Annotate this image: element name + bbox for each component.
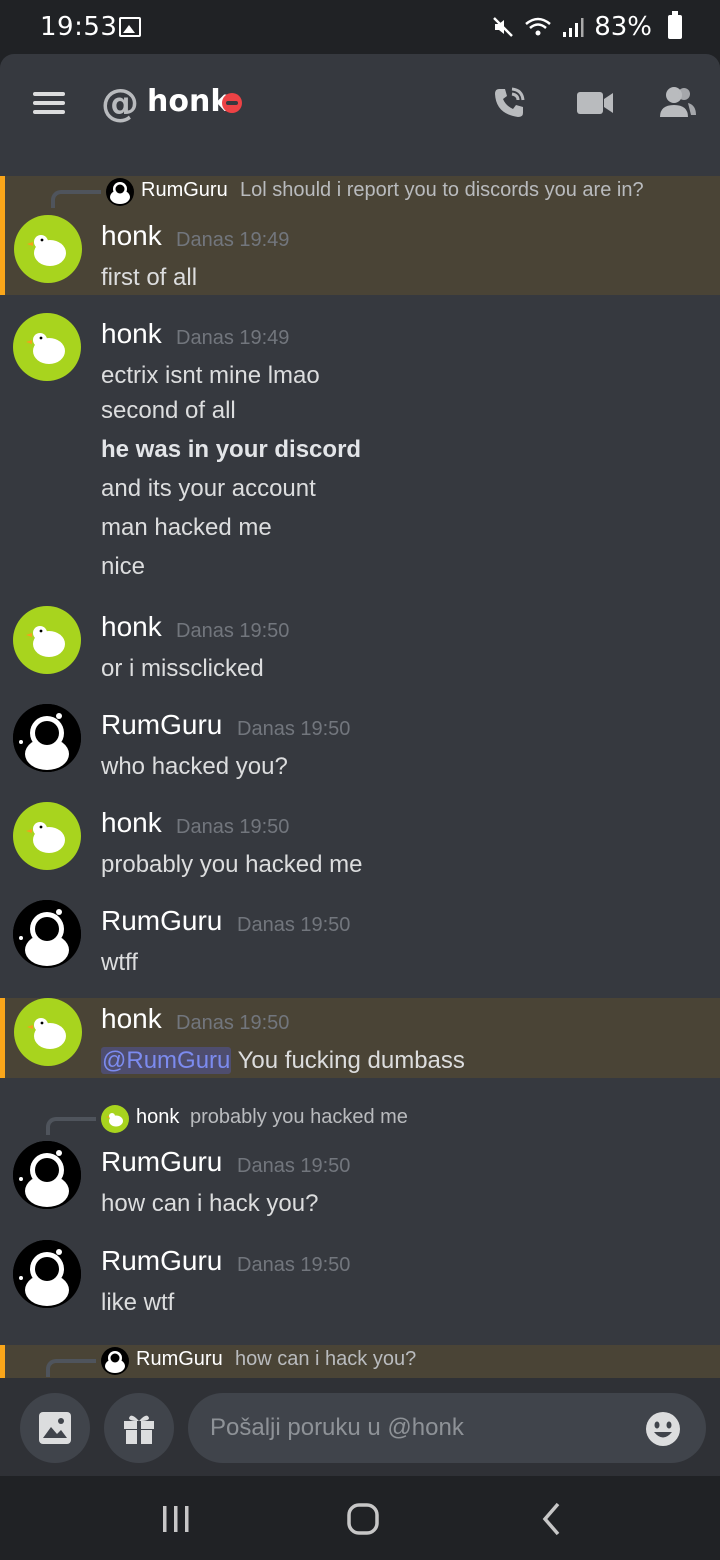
- phone-call-icon[interactable]: [490, 84, 528, 122]
- message[interactable]: RumGuru Danas 19:50 like wtf: [0, 1228, 720, 1324]
- avatar[interactable]: [14, 998, 82, 1066]
- dnd-status-icon: [222, 93, 242, 113]
- message-input[interactable]: [188, 1393, 706, 1463]
- reply-avatar: [101, 1105, 129, 1133]
- message-author[interactable]: RumGuru: [101, 905, 222, 937]
- attach-image-button[interactable]: [20, 1393, 90, 1463]
- message-line: @RumGuru You fucking dumbass: [101, 1047, 465, 1075]
- avatar[interactable]: [14, 215, 82, 283]
- status-bar: 19:53 83%: [0, 0, 720, 54]
- image-icon: [39, 1412, 71, 1444]
- message-line: he was in your discord: [101, 436, 362, 463]
- message-line: man hacked me: [101, 514, 272, 541]
- message-line: who hacked you?: [101, 753, 288, 780]
- message-timestamp: Danas 19:49: [176, 327, 290, 349]
- wifi-icon: [525, 17, 552, 36]
- reply-preview[interactable]: RumGuru Lol should i report you to disco…: [5, 176, 720, 208]
- gift-button[interactable]: [104, 1393, 174, 1463]
- video-camera-icon[interactable]: [576, 84, 614, 122]
- reply-text: how can i hack you?: [235, 1348, 417, 1370]
- message-line: like wtf: [101, 1289, 175, 1316]
- battery-percent: 83%: [594, 12, 652, 42]
- message[interactable]: honk Danas 19:49 ectrix isnt mine lmao s…: [0, 301, 720, 591]
- members-icon[interactable]: [658, 84, 698, 122]
- message-timestamp: Danas 19:50: [237, 718, 351, 740]
- reply-spine: [46, 1359, 96, 1377]
- signal-icon: [563, 18, 584, 37]
- message-composer: [0, 1378, 720, 1476]
- message[interactable]: RumGuru Danas 19:50 wtff: [0, 888, 720, 984]
- message-author[interactable]: RumGuru: [101, 709, 222, 741]
- reply-author: RumGuru: [141, 179, 228, 201]
- message-line: wtff: [101, 949, 138, 976]
- message-line: or i missclicked: [101, 655, 264, 682]
- status-indicators: 83%: [492, 11, 682, 42]
- emoji-icon[interactable]: [645, 1411, 681, 1447]
- status-time: 19:53: [40, 12, 118, 42]
- message-author[interactable]: RumGuru: [101, 1245, 222, 1277]
- reply-spine: [46, 1117, 96, 1135]
- avatar[interactable]: [13, 900, 81, 968]
- message-timestamp: Danas 19:49: [176, 229, 290, 251]
- message-author[interactable]: RumGuru: [101, 1146, 222, 1178]
- message-line: first of all: [101, 264, 198, 291]
- reply-preview[interactable]: honk probably you hacked me: [0, 1103, 720, 1135]
- message-timestamp: Danas 19:50: [237, 914, 351, 936]
- message[interactable]: RumGuru Lol should i report you to disco…: [0, 176, 720, 295]
- avatar[interactable]: [13, 802, 81, 870]
- mute-icon: [493, 17, 514, 37]
- message-list[interactable]: RumGuru Lol should i report you to disco…: [0, 151, 720, 1378]
- message-timestamp: Danas 19:50: [176, 620, 290, 642]
- avatar[interactable]: [13, 313, 81, 381]
- message-author[interactable]: honk: [101, 611, 162, 643]
- reply-text: probably you hacked me: [190, 1106, 408, 1128]
- message-line: ectrix isnt mine lmao: [101, 362, 320, 389]
- gallery-notification-icon: [119, 17, 141, 37]
- message-author[interactable]: honk: [101, 1003, 162, 1035]
- message[interactable]: honk Danas 19:50 probably you hacked me: [0, 790, 720, 886]
- message-line: second of all: [101, 397, 236, 424]
- message-timestamp: Danas 19:50: [176, 816, 290, 838]
- reply-author: honk: [136, 1106, 180, 1128]
- message[interactable]: RumGuru how can i hack you?: [0, 1345, 720, 1378]
- reply-text: Lol should i report you to discords you …: [240, 179, 644, 201]
- battery-icon: [668, 11, 682, 39]
- system-navigation-bar: [0, 1476, 720, 1560]
- home-icon[interactable]: [344, 1498, 384, 1538]
- user-mention[interactable]: @RumGuru: [101, 1047, 232, 1074]
- message-text: You fucking dumbass: [237, 1047, 465, 1074]
- reply-avatar: [106, 178, 134, 206]
- channel-header: @ honk: [0, 54, 720, 151]
- message-line: and its your account: [101, 475, 316, 502]
- message[interactable]: honk Danas 19:50 @RumGuru You fucking du…: [0, 998, 720, 1078]
- gift-icon: [124, 1415, 154, 1444]
- message-author[interactable]: honk: [101, 220, 162, 252]
- message-line: how can i hack you?: [101, 1190, 319, 1217]
- message-timestamp: Danas 19:50: [237, 1254, 351, 1276]
- avatar[interactable]: [13, 704, 81, 772]
- back-icon[interactable]: [536, 1498, 568, 1538]
- hamburger-icon[interactable]: [33, 92, 65, 114]
- avatar[interactable]: [13, 1141, 81, 1209]
- message-line: probably you hacked me: [101, 851, 363, 878]
- at-icon: @: [101, 81, 139, 125]
- message-author[interactable]: honk: [101, 318, 162, 350]
- message[interactable]: honk probably you hacked me RumGuru Dana…: [0, 1103, 720, 1238]
- recent-apps-icon[interactable]: [160, 1498, 192, 1538]
- avatar[interactable]: [13, 606, 81, 674]
- message-timestamp: Danas 19:50: [237, 1155, 351, 1177]
- reply-author: RumGuru: [136, 1348, 223, 1370]
- message-author[interactable]: honk: [101, 807, 162, 839]
- message-timestamp: Danas 19:50: [176, 1012, 290, 1034]
- message[interactable]: RumGuru Danas 19:50 who hacked you?: [0, 692, 720, 788]
- message[interactable]: honk Danas 19:50 or i missclicked: [0, 594, 720, 690]
- channel-title: honk: [147, 84, 231, 119]
- avatar[interactable]: [13, 1240, 81, 1308]
- message-line: nice: [101, 553, 146, 580]
- reply-spine: [51, 190, 101, 208]
- reply-preview[interactable]: RumGuru how can i hack you?: [0, 1345, 720, 1377]
- reply-avatar: [101, 1347, 129, 1375]
